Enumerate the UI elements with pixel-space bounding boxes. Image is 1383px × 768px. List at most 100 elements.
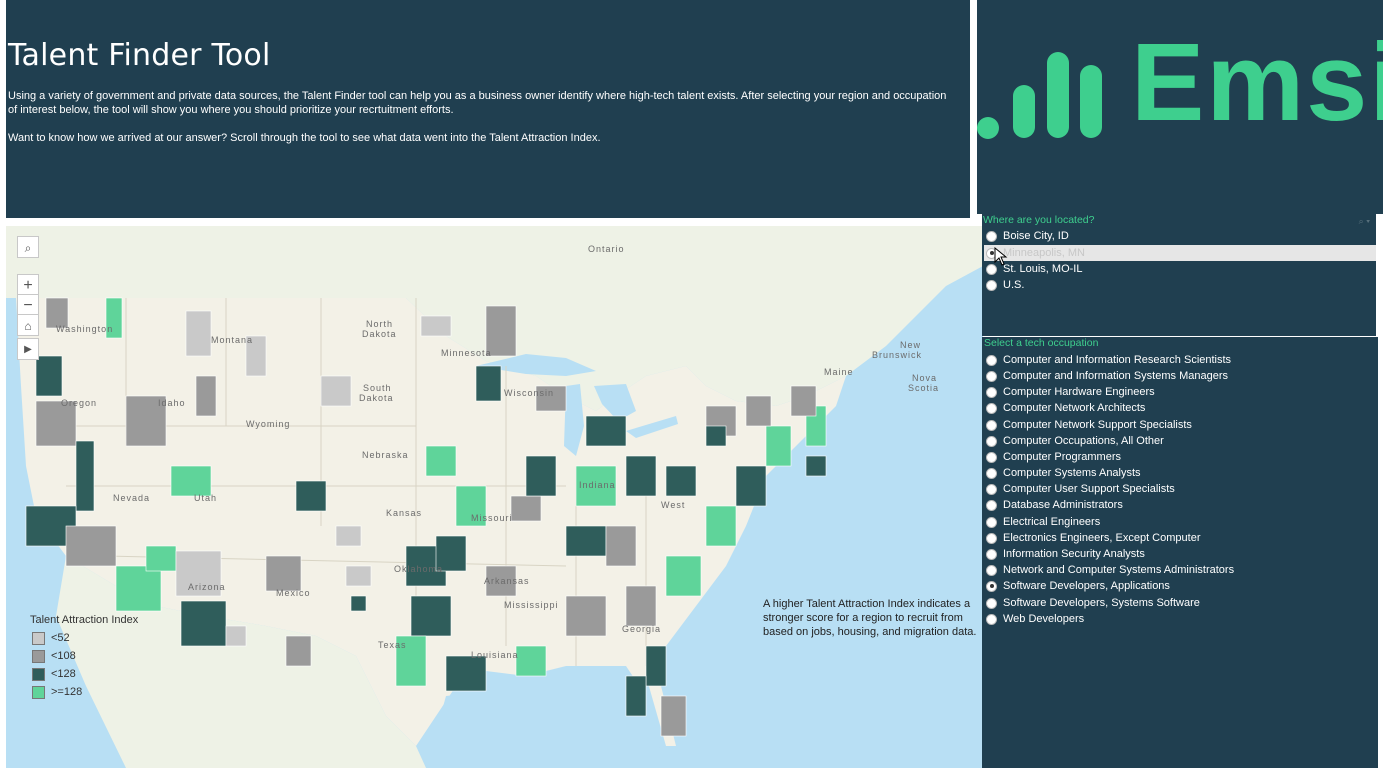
occupation-option[interactable]: Network and Computer Systems Administrat… [986, 562, 1234, 578]
occupation-option[interactable]: Database Administrators [986, 497, 1123, 513]
label-north-dakota-1: North [366, 319, 394, 329]
radio-icon[interactable] [986, 370, 997, 382]
radio-icon[interactable] [986, 548, 997, 560]
map-legend: Talent Attraction Index <52 <108 <128 >=… [30, 614, 138, 701]
occupation-option-label: Software Developers, Systems Software [1003, 597, 1200, 609]
zoom-in-button[interactable]: + [17, 274, 39, 296]
play-button[interactable]: ▶ [17, 338, 39, 360]
radio-icon[interactable] [986, 467, 997, 479]
header-panel: Talent Finder Tool Using a variety of go… [6, 0, 970, 218]
occupation-option[interactable]: Web Developers [986, 611, 1084, 627]
occupation-filter: Select a tech occupation Computer and In… [982, 337, 1378, 768]
radio-icon[interactable] [986, 564, 997, 576]
occupation-option-label: Software Developers, Applications [1003, 580, 1170, 592]
legend-swatch [32, 667, 45, 681]
label-missouri: Missouri [471, 513, 513, 523]
occupation-option-label: Computer Programmers [1003, 451, 1121, 463]
radio-icon[interactable] [986, 499, 997, 511]
occupation-option-label: Electrical Engineers [1003, 516, 1101, 528]
radio-icon[interactable] [986, 386, 997, 398]
label-wyoming: Wyoming [246, 419, 291, 429]
logo-panel: Emsi [977, 0, 1383, 214]
radio-icon[interactable] [986, 230, 997, 242]
label-nevada: Nevada [113, 493, 151, 503]
radio-icon[interactable] [986, 451, 997, 463]
legend-title: Talent Attraction Index [30, 614, 139, 626]
radio-icon[interactable] [986, 613, 997, 625]
radio-icon[interactable] [986, 516, 997, 528]
legend-label: <108 [51, 650, 76, 662]
radio-icon[interactable] [986, 532, 997, 544]
zoom-out-button[interactable]: − [17, 294, 39, 316]
page-title: Talent Finder Tool [8, 38, 271, 73]
occupation-option[interactable]: Computer Occupations, All Other [986, 433, 1164, 449]
occupation-option-label: Network and Computer Systems Administrat… [1003, 564, 1235, 576]
occupation-option[interactable]: Information Security Analysts [986, 546, 1145, 562]
location-option-selected[interactable]: Minneapolis, MN [984, 245, 1376, 261]
location-option[interactable]: Boise City, ID [986, 228, 1069, 244]
map-note: A higher Talent Attraction Index indicat… [763, 598, 977, 638]
label-west-virginia: West [661, 500, 686, 510]
filter-search-icon[interactable]: ⌕ ▾ [1359, 216, 1370, 227]
location-option[interactable]: U.S. [986, 277, 1024, 293]
location-filter-title: Where are you located? [983, 214, 1095, 226]
logo-bars-icon [977, 52, 1102, 139]
label-new-mexico: Mexico [276, 588, 311, 598]
occupation-option[interactable]: Computer and Information Research Scient… [986, 352, 1231, 368]
legend-swatch [32, 685, 45, 699]
radio-icon[interactable] [986, 580, 997, 592]
occupation-option[interactable]: Computer Systems Analysts [986, 465, 1141, 481]
map-canvas[interactable] [6, 226, 983, 768]
legend-item: <52 [30, 629, 138, 647]
occupation-option-label: Computer Systems Analysts [1003, 467, 1141, 479]
occupation-option-label: Computer and Information Systems Manager… [1003, 370, 1228, 382]
cursor-icon [994, 247, 1008, 266]
map-view[interactable]: Ontario Montana North Dakota Minnesota S… [6, 226, 983, 768]
occupation-option-label: Computer Hardware Engineers [1003, 386, 1155, 398]
radio-icon[interactable] [986, 597, 997, 609]
map-search-button[interactable]: ⌕ [17, 236, 39, 258]
occupation-option[interactable]: Computer and Information Systems Manager… [986, 368, 1228, 384]
radio-icon[interactable] [986, 402, 997, 414]
radio-icon[interactable] [986, 483, 997, 495]
logo-wordmark: Emsi [1131, 21, 1383, 144]
label-louisiana: Louisiana [471, 650, 519, 660]
occupation-option[interactable]: Computer Programmers [986, 449, 1121, 465]
radio-icon[interactable] [986, 435, 997, 447]
location-option-label: Boise City, ID [1003, 230, 1069, 242]
occupation-option-selected[interactable]: Software Developers, Applications [986, 578, 1170, 594]
occupation-option[interactable]: Computer Network Architects [986, 400, 1145, 416]
occupation-option[interactable]: Electronics Engineers, Except Computer [986, 530, 1200, 546]
label-north-dakota-2: Dakota [362, 329, 397, 339]
label-arkansas: Arkansas [484, 576, 530, 586]
occupation-option[interactable]: Computer Network Support Specialists [986, 417, 1192, 433]
label-maine: Maine [824, 367, 854, 377]
label-wisconsin: Wisconsin [504, 388, 555, 398]
occupation-option[interactable]: Computer Hardware Engineers [986, 384, 1155, 400]
location-option-label: Minneapolis, MN [1003, 247, 1085, 259]
occupation-option-label: Electronics Engineers, Except Computer [1003, 532, 1201, 544]
label-south-dakota-1: South [363, 383, 392, 393]
legend-item: <128 [30, 665, 138, 683]
label-mississippi: Mississippi [504, 600, 559, 610]
radio-icon[interactable] [986, 354, 997, 366]
radio-icon[interactable] [986, 419, 997, 431]
home-button[interactable]: ⌂ [17, 314, 39, 336]
occupation-option-label: Computer Network Architects [1003, 402, 1146, 414]
label-georgia: Georgia [622, 624, 662, 634]
legend-label: >=128 [51, 686, 83, 698]
radio-icon[interactable] [986, 279, 997, 291]
intro-text-2: Want to know how we arrived at our answe… [8, 132, 601, 144]
location-option-label: St. Louis, MO-IL [1003, 263, 1083, 275]
label-nova-scotia-2: Scotia [908, 383, 940, 393]
label-utah: Utah [194, 493, 218, 503]
label-montana: Montana [211, 335, 254, 345]
occupation-option[interactable]: Electrical Engineers [986, 514, 1100, 530]
label-idaho: Idaho [158, 398, 186, 408]
occupation-option-label: Database Administrators [1003, 499, 1123, 511]
occupation-option[interactable]: Software Developers, Systems Software [986, 595, 1200, 611]
intro-text: Using a variety of government and privat… [8, 90, 947, 116]
label-new-brunswick-1: New [900, 340, 922, 350]
occupation-option-label: Information Security Analysts [1003, 548, 1145, 560]
occupation-option[interactable]: Computer User Support Specialists [986, 481, 1175, 497]
